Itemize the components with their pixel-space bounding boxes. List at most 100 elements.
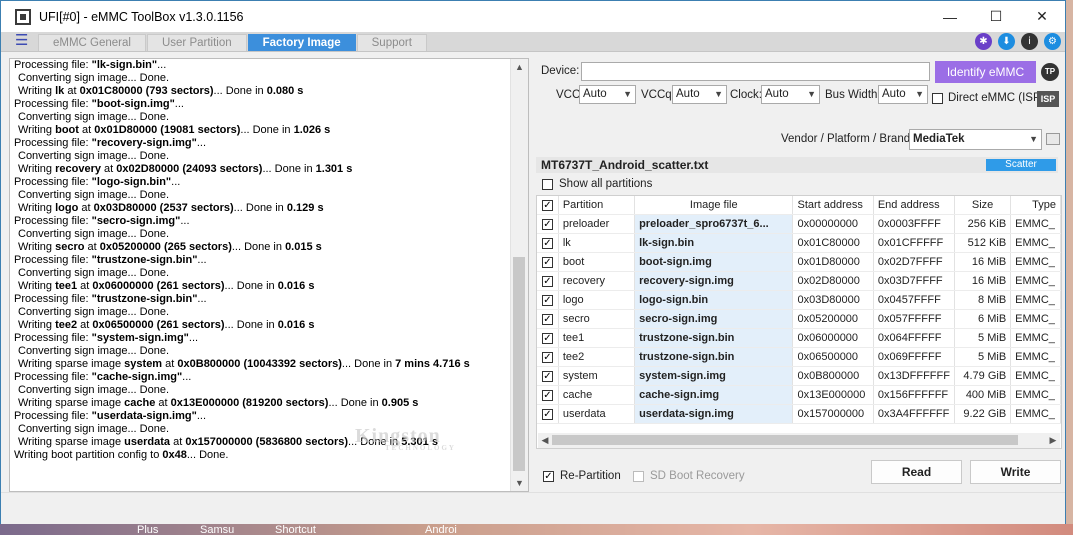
show-all-partitions-checkbox[interactable] bbox=[542, 179, 553, 190]
table-row[interactable]: ✓ recovery recovery-sign.img 0x02D80000 0x03… bbox=[537, 271, 1061, 291]
log-text: 0.905 s bbox=[381, 397, 419, 409]
desktop-shortcut-label[interactable]: Plus bbox=[137, 524, 158, 535]
partition-checkbox[interactable]: ✓ bbox=[542, 295, 553, 306]
bus-width-select[interactable]: Auto ▼ bbox=[878, 85, 928, 104]
cell-image[interactable]: system-sign.img bbox=[634, 366, 794, 386]
cell-image[interactable]: recovery-sign.img bbox=[634, 271, 794, 291]
desktop-shortcut-label[interactable]: Shortcut bbox=[275, 524, 316, 535]
folder-icon[interactable] bbox=[1046, 133, 1060, 145]
cell-image[interactable]: logo-sign.bin bbox=[634, 290, 794, 310]
partition-checkbox[interactable]: ✓ bbox=[542, 276, 553, 287]
log-line: Writing secro at 0x05200000 (265 sectors… bbox=[14, 241, 509, 254]
select-all-checkbox[interactable]: ✓ bbox=[542, 200, 553, 211]
tab-user-partition[interactable]: User Partition bbox=[146, 34, 247, 51]
log-text: 0.016 s bbox=[277, 280, 315, 292]
table-row[interactable]: ✓ cache cache-sign.img 0x13E000000 0x156FFFF… bbox=[537, 385, 1061, 405]
table-hscrollbar[interactable]: ◀ ▶ bbox=[538, 433, 1060, 448]
tab-factory-image[interactable]: Factory Image bbox=[247, 34, 356, 51]
scroll-down-icon[interactable]: ▼ bbox=[511, 475, 528, 491]
table-row[interactable]: ✓ userdata userdata-sign.img 0x157000000 0x3… bbox=[537, 404, 1061, 424]
cell-size: 16 MiB bbox=[954, 252, 1012, 272]
device-input[interactable] bbox=[581, 62, 930, 81]
table-row[interactable]: ✓ lk lk-sign.bin 0x01C80000 0x01CFFFFF 512 Ki… bbox=[537, 233, 1061, 253]
table-row[interactable]: ✓ logo logo-sign.bin 0x03D80000 0x0457FFFF 8 … bbox=[537, 290, 1061, 310]
network-icon[interactable]: ✱ bbox=[975, 33, 992, 50]
col-type[interactable]: Type bbox=[1010, 196, 1061, 215]
tab-support[interactable]: Support bbox=[356, 34, 427, 51]
col-size[interactable]: Size bbox=[954, 196, 1012, 215]
info-icon[interactable]: ⅰ bbox=[1021, 33, 1038, 50]
cell-image[interactable]: trustzone-sign.bin bbox=[634, 347, 794, 367]
partition-checkbox[interactable]: ✓ bbox=[542, 352, 553, 363]
chip-icon bbox=[15, 8, 31, 25]
table-row[interactable]: ✓ boot boot-sign.img 0x01D80000 0x02D7FFFF 16… bbox=[537, 252, 1061, 272]
log-scroll-thumb[interactable] bbox=[513, 257, 525, 471]
log-text: userdata bbox=[124, 436, 171, 448]
cell-size: 6 MiB bbox=[954, 309, 1012, 329]
log-text: ... Done in bbox=[224, 319, 278, 331]
table-row[interactable]: ✓ secro secro-sign.img 0x05200000 0x057FFFFF… bbox=[537, 309, 1061, 329]
log-text: ... Done. bbox=[186, 449, 229, 461]
col-end-address[interactable]: End address bbox=[873, 196, 955, 215]
table-row[interactable]: ✓ tee2 trustzone-sign.bin 0x06500000 0x069FF… bbox=[537, 347, 1061, 367]
settings-icon[interactable]: ⚙ bbox=[1044, 33, 1061, 50]
cell-image[interactable]: boot-sign.img bbox=[634, 252, 794, 272]
partition-checkbox[interactable]: ✓ bbox=[542, 333, 553, 344]
cell-image[interactable]: trustzone-sign.bin bbox=[634, 328, 794, 348]
log-line: Converting sign image... Done. bbox=[14, 72, 509, 85]
table-scroll-thumb[interactable] bbox=[552, 435, 1018, 445]
maximize-button[interactable]: ☐ bbox=[973, 1, 1019, 32]
cell-image[interactable]: cache-sign.img bbox=[634, 385, 794, 405]
table-row[interactable]: ✓ tee1 trustzone-sign.bin 0x06000000 0x064FF… bbox=[537, 328, 1061, 348]
write-button[interactable]: Write bbox=[970, 460, 1061, 484]
log-text: "cache-sign.img" bbox=[91, 371, 183, 383]
log-scrollbar[interactable]: ▲ ▼ bbox=[510, 59, 528, 491]
clock-select[interactable]: Auto ▼ bbox=[761, 85, 820, 104]
log-text: at bbox=[77, 280, 93, 292]
partition-checkbox[interactable]: ✓ bbox=[542, 371, 553, 382]
download-icon[interactable]: ⬇ bbox=[998, 33, 1015, 50]
cell-image[interactable]: preloader_spro6737t_6... bbox=[634, 214, 794, 234]
table-row[interactable]: ✓ system system-sign.img 0x0B800000 0x13DFFF… bbox=[537, 366, 1061, 386]
read-button[interactable]: Read bbox=[871, 460, 962, 484]
desktop-shortcut-label[interactable]: Samsu bbox=[200, 524, 234, 535]
identify-emmc-button[interactable]: Identify eMMC bbox=[935, 61, 1036, 83]
minimize-button[interactable]: — bbox=[927, 1, 973, 32]
vcc-select[interactable]: Auto ▼ bbox=[579, 85, 636, 104]
vendor-select[interactable]: MediaTek ▼ bbox=[909, 129, 1042, 150]
col-partition[interactable]: Partition bbox=[558, 196, 636, 215]
partition-checkbox[interactable]: ✓ bbox=[542, 257, 553, 268]
partition-checkbox[interactable]: ✓ bbox=[542, 238, 553, 249]
log-text: Processing file: bbox=[14, 137, 92, 149]
partition-checkbox[interactable]: ✓ bbox=[542, 219, 553, 230]
sd-boot-recovery-checkbox[interactable] bbox=[633, 471, 644, 482]
cell-image[interactable]: secro-sign.img bbox=[634, 309, 794, 329]
partition-checkbox[interactable]: ✓ bbox=[542, 409, 553, 420]
log-text: 0.016 s bbox=[277, 319, 315, 331]
scroll-up-icon[interactable]: ▲ bbox=[511, 59, 528, 75]
repartition-checkbox[interactable]: ✓ bbox=[543, 471, 554, 482]
close-button[interactable]: ✕ bbox=[1019, 1, 1065, 32]
col-start-address[interactable]: Start address bbox=[792, 196, 874, 215]
col-image-file[interactable]: Image file bbox=[634, 196, 794, 215]
log-text: Writing bbox=[18, 163, 56, 175]
cell-image[interactable]: userdata-sign.img bbox=[634, 404, 794, 424]
log-text: ... bbox=[174, 98, 184, 110]
scroll-left-icon[interactable]: ◀ bbox=[538, 433, 552, 448]
log-line: Converting sign image... Done. bbox=[14, 189, 509, 202]
tp-icon[interactable]: TP bbox=[1041, 63, 1059, 81]
vendor-label: Vendor / Platform / Brand: bbox=[781, 133, 914, 145]
table-row[interactable]: ✓ preloader preloader_spro6737t_6... 0x0000… bbox=[537, 214, 1061, 234]
tab-emmc-general[interactable]: eMMC General bbox=[38, 34, 146, 51]
partition-checkbox[interactable]: ✓ bbox=[542, 390, 553, 401]
desktop-shortcut-label[interactable]: Androi bbox=[425, 524, 457, 535]
direct-emmc-checkbox[interactable] bbox=[932, 93, 943, 104]
partition-checkbox[interactable]: ✓ bbox=[542, 314, 553, 325]
hamburger-menu-icon[interactable]: ☰ bbox=[15, 33, 29, 48]
log-text: system bbox=[124, 358, 163, 370]
vccq-select[interactable]: Auto ▼ bbox=[672, 85, 727, 104]
log-line: Writing tee1 at 0x06000000 (261 sectors)… bbox=[14, 280, 509, 293]
cell-image[interactable]: lk-sign.bin bbox=[634, 233, 794, 253]
scroll-right-icon[interactable]: ▶ bbox=[1046, 433, 1060, 448]
scatter-badge[interactable]: Scatter bbox=[986, 159, 1056, 171]
